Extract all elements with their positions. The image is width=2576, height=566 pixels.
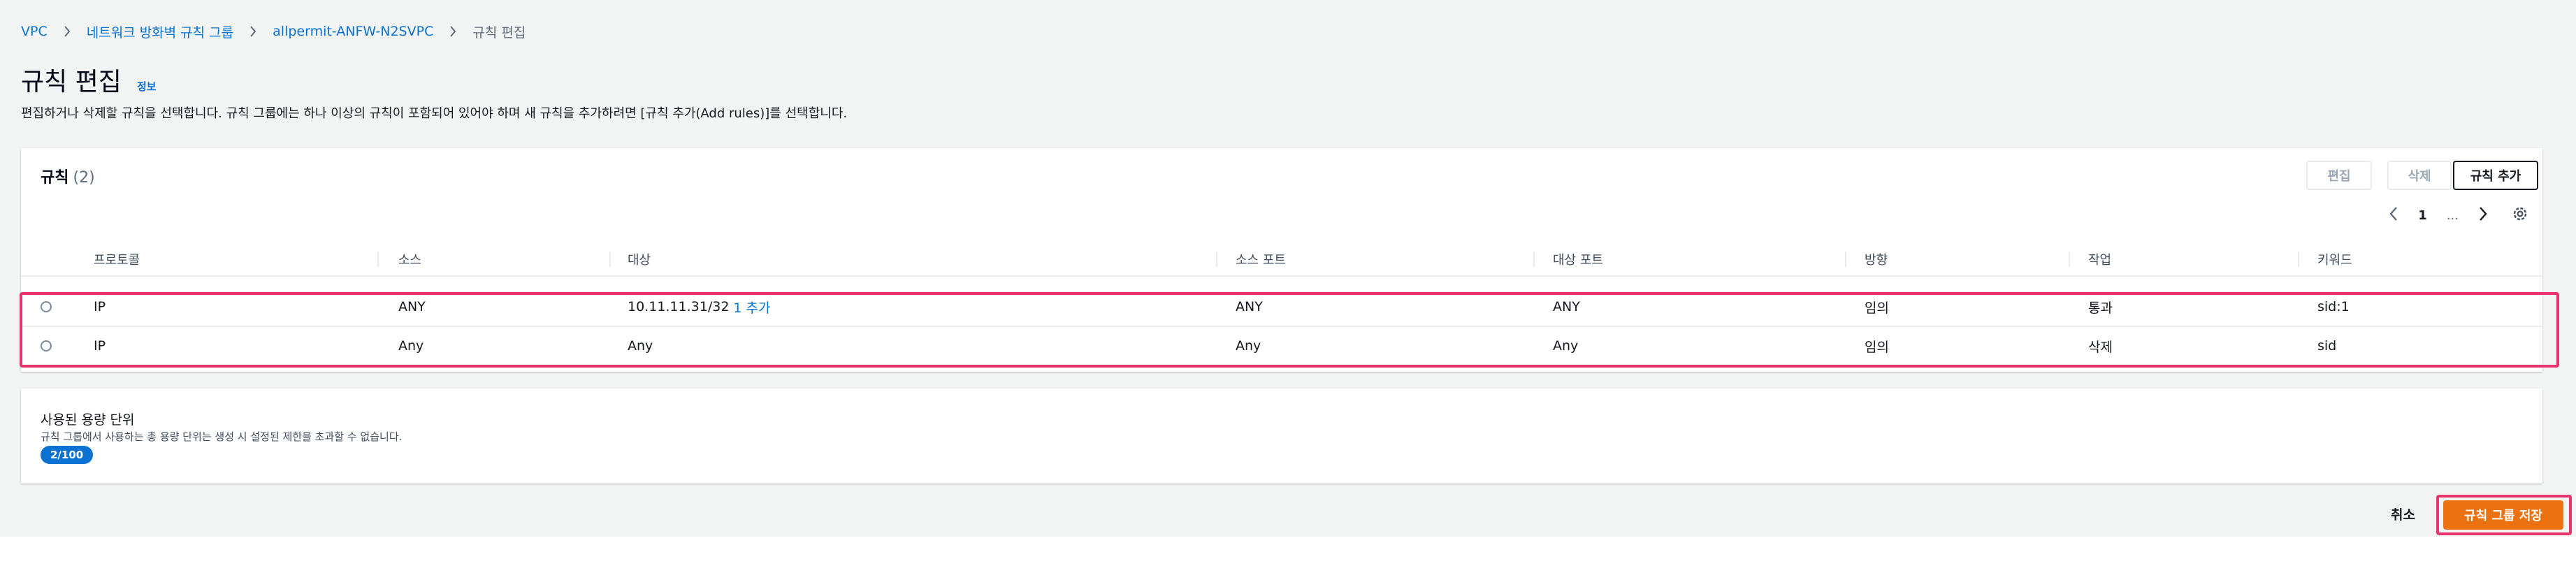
- breadcrumb-vpc[interactable]: VPC: [21, 24, 48, 39]
- chevron-right-icon: [433, 25, 472, 38]
- capacity-badge: 2/100: [41, 446, 94, 464]
- rules-title: 규칙 (2): [41, 165, 95, 187]
- breadcrumb: VPC 네트워크 방화벽 규칙 그룹 allpermit-ANFW-N2SVPC…: [21, 21, 526, 42]
- column-divider: [1533, 252, 1535, 267]
- column-source-port[interactable]: 소스 포트: [1236, 243, 1286, 275]
- delete-button[interactable]: 삭제: [2387, 161, 2452, 190]
- page-ellipsis: ...: [2446, 208, 2459, 223]
- page-title-text: 규칙 편집: [21, 68, 122, 96]
- page-title: 규칙 편집 정보: [21, 61, 157, 98]
- chevron-right-icon: [48, 25, 87, 38]
- capacity-description: 규칙 그룹에서 사용하는 총 용량 단위는 생성 시 설정된 제한을 초과할 수…: [41, 430, 403, 443]
- capacity-title: 사용된 용량 단위: [41, 412, 135, 428]
- edit-button[interactable]: 편집: [2306, 161, 2372, 190]
- gear-icon[interactable]: [2512, 205, 2528, 226]
- column-direction[interactable]: 방향: [1865, 243, 1888, 275]
- column-keyword[interactable]: 키워드: [2317, 243, 2352, 275]
- footer-background: [0, 537, 2576, 566]
- save-rule-group-button[interactable]: 규칙 그룹 저장: [2443, 500, 2563, 530]
- capacity-panel: 사용된 용량 단위 규칙 그룹에서 사용하는 총 용량 단위는 생성 시 설정된…: [21, 389, 2542, 484]
- column-source[interactable]: 소스: [398, 243, 421, 275]
- breadcrumb-rule-groups[interactable]: 네트워크 방화벽 규칙 그룹: [87, 22, 233, 41]
- column-divider: [1845, 252, 1846, 267]
- rules-title-text: 규칙: [41, 169, 69, 187]
- page-number[interactable]: 1: [2418, 208, 2427, 223]
- column-divider: [1216, 252, 1217, 267]
- cancel-button[interactable]: 취소: [2391, 505, 2415, 523]
- add-rules-button[interactable]: 규칙 추가: [2453, 161, 2538, 190]
- column-divider: [2069, 252, 2070, 267]
- page-description: 편집하거나 삭제할 규칙을 선택합니다. 규칙 그룹에는 하나 이상의 규칙이 …: [21, 106, 848, 121]
- info-link[interactable]: 정보: [137, 79, 157, 94]
- column-divider: [2298, 252, 2299, 267]
- column-divider: [377, 252, 379, 267]
- column-action[interactable]: 작업: [2088, 243, 2111, 275]
- column-destination-port[interactable]: 대상 포트: [1553, 243, 1603, 275]
- column-divider: [609, 252, 611, 267]
- column-destination[interactable]: 대상: [628, 243, 651, 275]
- chevron-right-icon: [233, 25, 273, 38]
- rows-highlight: [20, 292, 2559, 368]
- chevron-right-icon[interactable]: [2478, 206, 2488, 225]
- chevron-left-icon[interactable]: [2389, 206, 2398, 225]
- pagination: 1 ...: [2389, 201, 2528, 229]
- breadcrumb-current: 규칙 편집: [472, 24, 526, 41]
- column-protocol[interactable]: 프로토콜: [94, 243, 140, 275]
- rules-count: (2): [73, 169, 95, 187]
- table-header: 프로토콜 소스 대상 소스 포트 대상 포트 방향 작업 키워드: [21, 243, 2542, 277]
- breadcrumb-rule-group-name[interactable]: allpermit-ANFW-N2SVPC: [273, 24, 433, 39]
